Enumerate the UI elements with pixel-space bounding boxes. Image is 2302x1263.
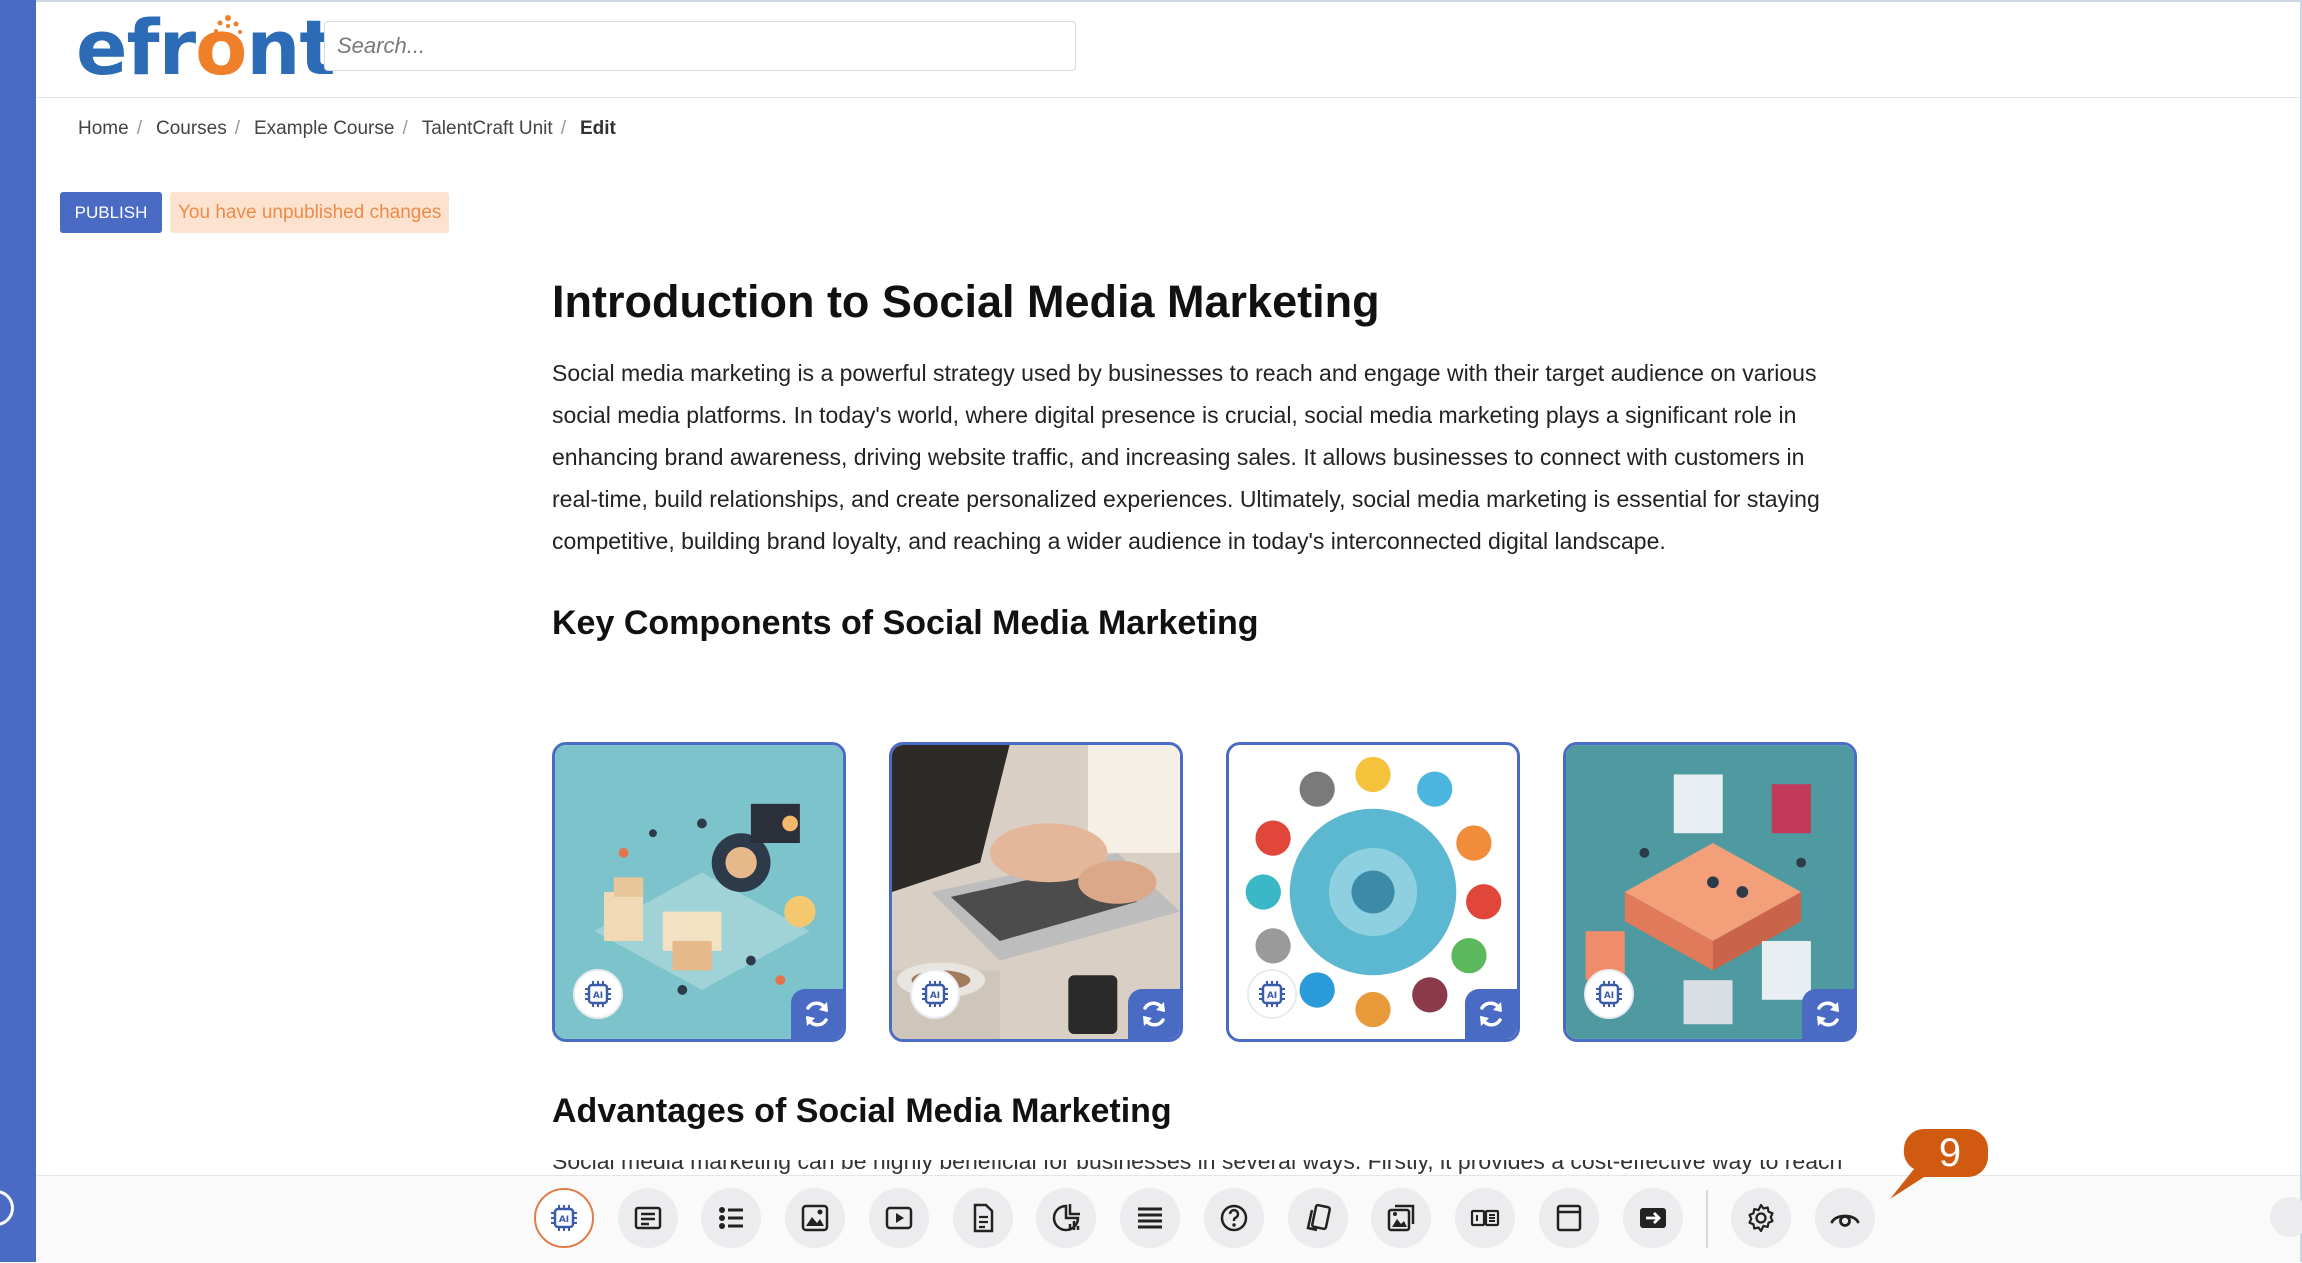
unit-content: Introduction to Social Media Marketing S…	[552, 270, 1852, 562]
chart-icon[interactable]	[1036, 1188, 1096, 1248]
document-icon[interactable]	[953, 1188, 1013, 1248]
ai-chip-icon: AI	[1584, 969, 1634, 1019]
text-block-icon[interactable]	[618, 1188, 678, 1248]
menu-lines-icon[interactable]	[1120, 1188, 1180, 1248]
image-gallery-icon[interactable]	[1371, 1188, 1431, 1248]
question-icon[interactable]	[1204, 1188, 1264, 1248]
breadcrumb-current: Edit	[579, 118, 616, 139]
frame-icon[interactable]	[1539, 1188, 1599, 1248]
section-heading-key-components: Key Components of Social Media Marketing	[552, 604, 1259, 642]
advantages-paragraph: Social media marketing can be highly ben…	[552, 1160, 1843, 1174]
isometric-city-image[interactable]: AI	[552, 742, 846, 1042]
video-icon[interactable]	[869, 1188, 929, 1248]
refresh-icon[interactable]	[791, 989, 843, 1039]
ai-chip-icon: AI	[573, 969, 623, 1019]
ai-chip-icon[interactable]: AI	[534, 1188, 594, 1248]
table-icon[interactable]	[2270, 1197, 2302, 1237]
section-heading-advantages: Advantages of Social Media Marketing	[552, 1092, 1172, 1130]
step-callout-badge: 9	[1890, 1129, 1988, 1199]
step-number: 9	[1939, 1131, 1961, 1175]
toolbar-divider	[1706, 1190, 1708, 1248]
eye-icon[interactable]	[1815, 1188, 1875, 1248]
cards-icon[interactable]	[1288, 1188, 1348, 1248]
efront-logo[interactable]: efront	[76, 8, 336, 88]
search-input[interactable]	[324, 21, 1076, 71]
social-icons-wheel-image[interactable]: AI	[1226, 742, 1520, 1042]
breadcrumb-unit[interactable]: TalentCraft Unit	[422, 118, 553, 140]
compare-icon[interactable]	[1455, 1188, 1515, 1248]
page-title: Introduction to Social Media Marketing	[552, 276, 1380, 327]
breadcrumb: Home / Courses / Example Course / TalentCra…	[78, 118, 616, 140]
ai-chip-icon: AI	[910, 969, 960, 1019]
embed-icon[interactable]	[1623, 1188, 1683, 1248]
left-rail	[0, 0, 36, 1262]
unpublished-changes-badge: You have unpublished changes	[170, 192, 450, 233]
svg-text:AI: AI	[930, 991, 940, 1001]
svg-text:AI: AI	[593, 991, 603, 1001]
svg-text:AI: AI	[1604, 991, 1614, 1001]
publish-button[interactable]: PUBLISH	[60, 192, 162, 233]
image-icon[interactable]	[785, 1188, 845, 1248]
isometric-office-image[interactable]: AI	[1563, 742, 1857, 1042]
svg-text:AI: AI	[1267, 991, 1277, 1001]
svg-text:AI: AI	[559, 1215, 569, 1225]
rail-toggle-icon[interactable]	[0, 1190, 14, 1226]
gear-icon[interactable]	[1731, 1188, 1791, 1248]
logo-sparkle-icon	[214, 15, 242, 34]
breadcrumb-courses[interactable]: Courses	[156, 118, 227, 140]
breadcrumb-home[interactable]: Home	[78, 118, 129, 140]
top-header: efront	[36, 0, 2300, 98]
intro-paragraph: Social media marketing is a powerful str…	[552, 360, 1820, 554]
refresh-icon[interactable]	[1128, 989, 1180, 1039]
breadcrumb-example-course[interactable]: Example Course	[254, 118, 394, 140]
refresh-icon[interactable]	[1465, 989, 1517, 1039]
refresh-icon[interactable]	[1802, 989, 1854, 1039]
list-icon[interactable]	[701, 1188, 761, 1248]
laptop-typing-image[interactable]: AI	[889, 742, 1183, 1042]
ai-chip-icon: AI	[1247, 969, 1297, 1019]
